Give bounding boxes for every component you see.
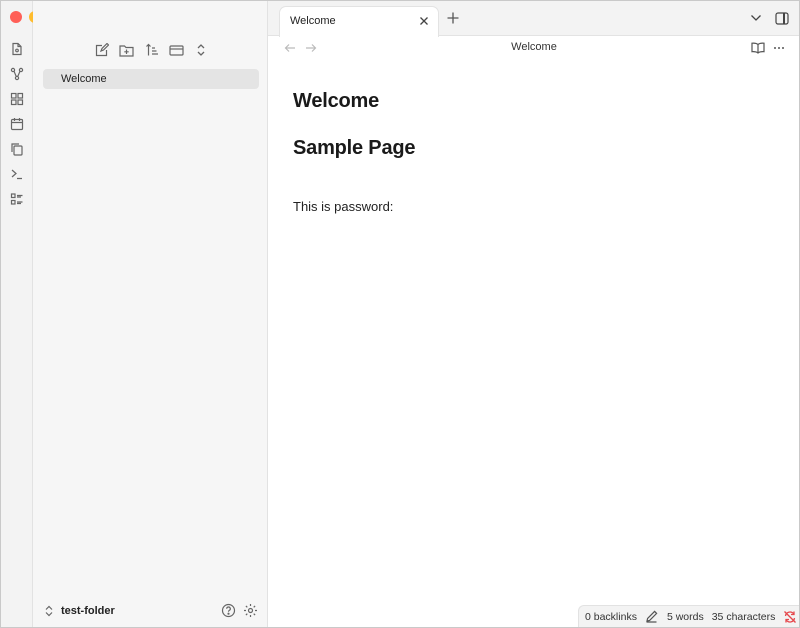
sort-icon[interactable]: [141, 39, 163, 61]
graph-view-icon[interactable]: [8, 65, 26, 83]
collapse-view-icon[interactable]: [165, 39, 187, 61]
new-tab-icon[interactable]: [446, 11, 460, 25]
left-ribbon: [1, 1, 33, 627]
tab-bar: Welcome: [268, 1, 799, 37]
file-explorer-sidebar: Welcome test-folder: [33, 1, 268, 627]
heading-welcome: Welcome: [293, 90, 380, 112]
chevron-updown-icon: [45, 605, 53, 617]
settings-gear-icon[interactable]: [241, 601, 259, 619]
word-count: 5 words: [666, 610, 704, 623]
status-bar: 0 backlinks 5 words 35 characters: [578, 605, 799, 627]
more-options-icon[interactable]: [771, 40, 787, 56]
heading-sample-page: Sample Page: [293, 137, 416, 159]
tab-welcome[interactable]: Welcome: [279, 6, 439, 37]
help-icon[interactable]: [219, 601, 237, 619]
expand-collapse-icon[interactable]: [190, 39, 212, 61]
copy-icon[interactable]: [8, 140, 26, 158]
toggle-right-sidebar-icon[interactable]: [774, 10, 790, 26]
vault-switcher[interactable]: test-folder: [45, 601, 115, 621]
list-icon[interactable]: [8, 190, 26, 208]
vault-name: test-folder: [61, 605, 115, 617]
file-item-welcome[interactable]: Welcome: [43, 69, 259, 89]
file-item-label: Welcome: [61, 73, 107, 85]
backlinks-count[interactable]: 0 backlinks: [585, 611, 637, 623]
close-window-button[interactable]: [10, 11, 22, 23]
calendar-icon[interactable]: [8, 115, 26, 133]
tab-label: Welcome: [290, 15, 336, 27]
canvas-icon[interactable]: [8, 90, 26, 108]
character-count: 35 characters: [711, 610, 776, 623]
reading-view-icon[interactable]: [750, 40, 766, 56]
new-note-icon[interactable]: [91, 39, 113, 61]
terminal-icon[interactable]: [8, 165, 26, 183]
paragraph-text: This is password:: [293, 199, 394, 214]
open-quick-switcher-icon[interactable]: [8, 40, 26, 58]
app-window: Welcome test-folder Welcome Welcome Welc…: [0, 0, 800, 628]
new-folder-icon[interactable]: [115, 39, 137, 61]
close-tab-icon[interactable]: [418, 15, 430, 27]
tab-list-chevron-icon[interactable]: [748, 10, 764, 26]
view-title[interactable]: Welcome: [268, 41, 799, 53]
sync-status-icon[interactable]: [783, 610, 797, 624]
main-pane: Welcome Welcome Welcome Sample Page This…: [268, 1, 799, 627]
edit-mode-icon[interactable]: [645, 610, 659, 624]
view-header: Welcome: [268, 37, 799, 59]
